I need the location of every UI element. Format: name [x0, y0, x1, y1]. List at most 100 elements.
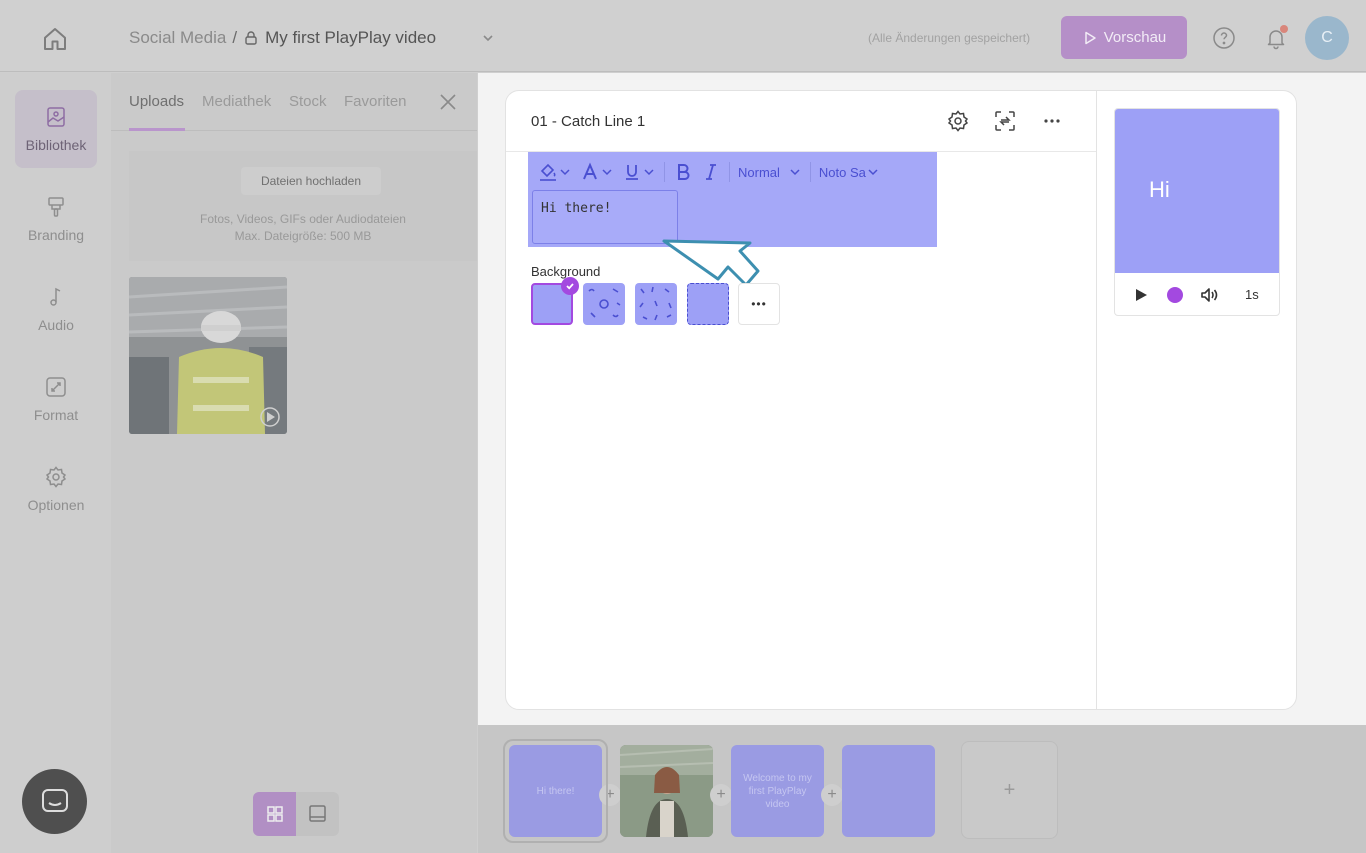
- preview-text: Hi: [1149, 177, 1170, 202]
- scene-timeline: Hi there! + + Welcome to my first PlayPl…: [478, 725, 1366, 853]
- add-scene-button[interactable]: +: [961, 741, 1058, 839]
- top-bar: Social Media / My first PlayPlay video (…: [0, 0, 1366, 72]
- sidebar-item-format[interactable]: Format: [15, 360, 97, 438]
- more-backgrounds-button[interactable]: •••: [738, 283, 780, 325]
- sidebar-item-label: Branding: [27, 227, 85, 243]
- tab-uploads[interactable]: Uploads: [129, 93, 184, 110]
- sidebar-item-bibliothek[interactable]: Bibliothek: [15, 90, 97, 168]
- editor-divider: [1096, 91, 1097, 709]
- upload-button[interactable]: Dateien hochladen: [241, 167, 381, 195]
- music-note-icon: [50, 287, 61, 306]
- settings-gear-icon[interactable]: [946, 109, 970, 133]
- text-toolbar: Normal Noto Sa: [534, 158, 931, 186]
- paint-bucket-icon: [540, 163, 556, 181]
- text-size-select[interactable]: Normal: [734, 158, 806, 186]
- close-icon[interactable]: [437, 91, 459, 113]
- scene-header: 01 - Catch Line 1: [506, 91, 1096, 152]
- avatar[interactable]: C: [1305, 16, 1349, 60]
- scene-text-input[interactable]: Hi there!: [532, 190, 678, 244]
- paint-roller-icon: [48, 197, 64, 217]
- italic-button[interactable]: [697, 158, 725, 186]
- media-thumbnail[interactable]: [129, 277, 287, 434]
- more-options-icon[interactable]: [1040, 109, 1064, 133]
- toolbar-divider: [664, 162, 665, 182]
- sidebar-item-optionen[interactable]: Optionen: [15, 450, 97, 528]
- swap-layout-icon[interactable]: [993, 109, 1017, 133]
- chevron-down-icon: [790, 169, 800, 176]
- home-icon[interactable]: [40, 24, 70, 54]
- scene-title: 01 - Catch Line 1: [531, 113, 646, 130]
- resize-icon: [46, 377, 66, 397]
- notification-dot: [1280, 25, 1288, 33]
- play-icon[interactable]: [1133, 287, 1149, 303]
- chevron-down-icon: [602, 169, 612, 176]
- chat-icon: [41, 788, 68, 812]
- font-select[interactable]: Noto Sa: [815, 158, 884, 186]
- underline-icon: [626, 165, 638, 180]
- preview-canvas[interactable]: Hi: [1115, 109, 1279, 273]
- underline-button[interactable]: [618, 158, 660, 186]
- scene-thumbnail[interactable]: [842, 745, 935, 837]
- project-path[interactable]: Social Media: [129, 28, 226, 48]
- selected-scene-frame: [503, 739, 608, 843]
- play-icon: [1084, 31, 1096, 44]
- sidebar-item-branding[interactable]: Branding: [15, 180, 97, 258]
- insert-scene-button[interactable]: +: [821, 784, 843, 806]
- scene-duration[interactable]: 1s: [1245, 287, 1259, 302]
- chevron-down-icon: [644, 169, 654, 176]
- scene-thumbnail[interactable]: [620, 745, 713, 837]
- sidebar-item-audio[interactable]: Audio: [15, 270, 97, 348]
- save-status: (Alle Änderungen gespeichert): [868, 31, 1031, 45]
- tab-mediathek[interactable]: Mediathek: [202, 93, 271, 110]
- scene-thumbnail[interactable]: Welcome to my first PlayPlay video: [731, 745, 824, 837]
- sidebar-item-label: Audio: [38, 317, 74, 333]
- image-icon: [47, 107, 65, 127]
- text-color-button[interactable]: [576, 158, 618, 186]
- chat-button[interactable]: [22, 769, 87, 834]
- tab-stock[interactable]: Stock: [289, 93, 327, 110]
- more-label: •••: [751, 297, 767, 311]
- chevron-down-icon[interactable]: [480, 30, 496, 46]
- record-dot[interactable]: [1167, 287, 1183, 303]
- toolbar-divider: [809, 162, 811, 182]
- library-panel: Uploads Mediathek Stock Favoriten Dateie…: [111, 73, 477, 853]
- upload-dropzone[interactable]: Dateien hochladen Fotos, Videos, GIFs od…: [129, 151, 477, 261]
- text-size-value: Normal: [738, 164, 780, 180]
- preview-controls: 1s: [1115, 273, 1279, 315]
- insert-scene-button[interactable]: +: [710, 784, 732, 806]
- upload-hint: Fotos, Videos, GIFs oder Audiodateien Ma…: [129, 211, 477, 245]
- upload-hint-formats: Fotos, Videos, GIFs oder Audiodateien: [200, 212, 406, 226]
- help-icon[interactable]: [1212, 26, 1236, 50]
- list-view-button[interactable]: [296, 792, 339, 836]
- bold-icon: [678, 164, 690, 180]
- bold-button[interactable]: [669, 158, 697, 186]
- sidebar-item-label: Optionen: [27, 497, 85, 513]
- text-color-icon: [583, 162, 597, 180]
- sidebar: Bibliothek Branding Audio Format Optione…: [0, 73, 111, 853]
- preview-button[interactable]: Vorschau: [1061, 16, 1187, 59]
- tab-favoriten[interactable]: Favoriten: [344, 93, 407, 110]
- scene-preview: Hi 1s: [1114, 108, 1280, 316]
- breadcrumb-separator: /: [232, 28, 238, 47]
- active-tab-indicator: [129, 128, 185, 131]
- scene-thumbnail-label: Welcome to my first PlayPlay video: [743, 772, 812, 810]
- grid-view-button[interactable]: [253, 792, 296, 836]
- sidebar-item-label: Format: [33, 407, 79, 423]
- lock-icon: [243, 30, 259, 46]
- background-swatch-pattern-lines[interactable]: [635, 283, 677, 325]
- check-icon: [561, 277, 579, 295]
- italic-icon: [706, 164, 716, 180]
- breadcrumb: Social Media / My first PlayPlay video: [129, 28, 436, 48]
- video-title[interactable]: My first PlayPlay video: [265, 28, 436, 48]
- volume-icon[interactable]: [1199, 285, 1219, 305]
- font-value: Noto Sa: [818, 164, 866, 180]
- upload-hint-size: Max. Dateigröße: 500 MB: [234, 229, 372, 243]
- gear-icon: [45, 466, 67, 488]
- chevron-down-icon: [868, 169, 878, 176]
- background-swatch-pattern-shapes[interactable]: [583, 283, 625, 325]
- toolbar-divider: [729, 162, 730, 182]
- fill-color-button[interactable]: [534, 158, 576, 186]
- chevron-down-icon: [560, 169, 570, 176]
- library-tabs: Uploads Mediathek Stock Favoriten: [111, 73, 477, 131]
- background-swatch-dashed[interactable]: [687, 283, 729, 325]
